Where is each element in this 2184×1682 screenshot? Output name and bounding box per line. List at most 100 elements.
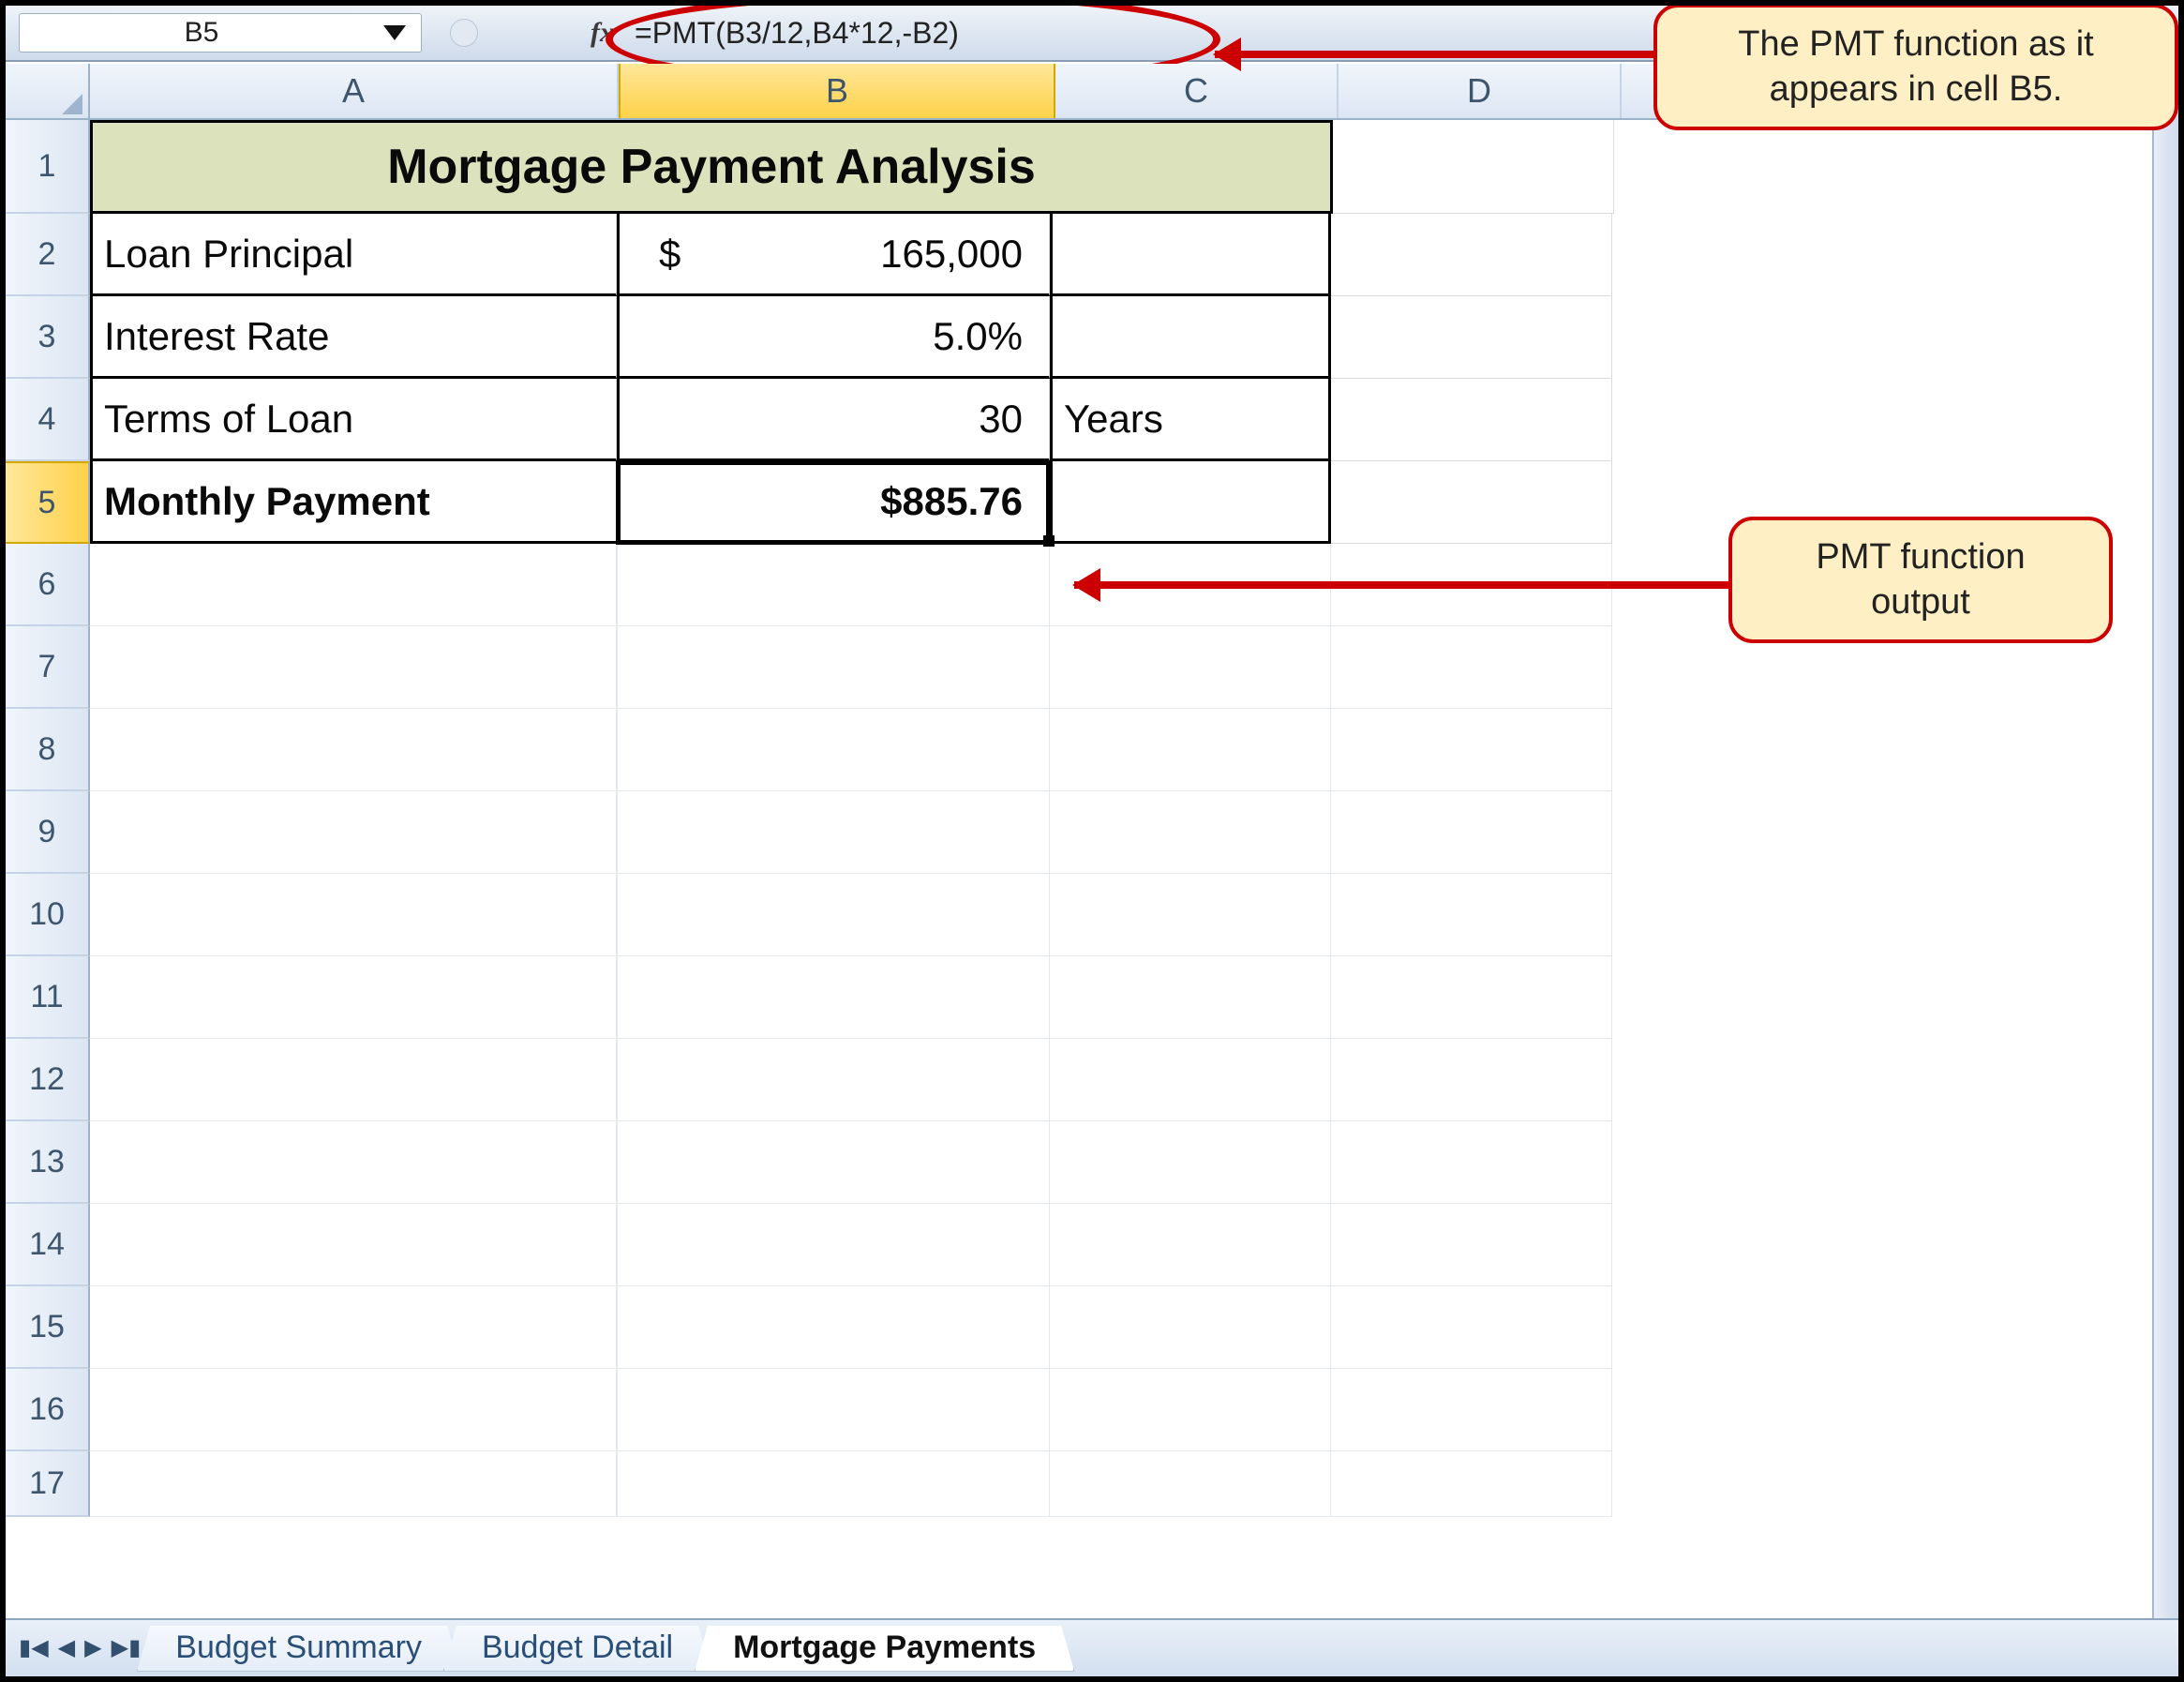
cell[interactable] <box>617 1451 1050 1517</box>
cell[interactable] <box>1050 1369 1331 1451</box>
cell[interactable] <box>1050 1204 1331 1286</box>
last-sheet-icon[interactable]: ▶▮ <box>112 1637 142 1659</box>
row-header[interactable]: 11 <box>6 956 90 1039</box>
cell[interactable] <box>1050 626 1331 709</box>
cell[interactable] <box>617 791 1050 874</box>
column-header-D[interactable]: D <box>1339 64 1622 118</box>
cell[interactable] <box>1331 544 1612 626</box>
cell[interactable] <box>1050 1451 1331 1517</box>
cell-B3[interactable]: 5.0% <box>617 296 1050 379</box>
cell[interactable] <box>1050 791 1331 874</box>
cell[interactable] <box>90 709 617 791</box>
cell[interactable] <box>90 874 617 956</box>
cell[interactable] <box>617 1286 1050 1369</box>
cell[interactable] <box>1331 1204 1612 1286</box>
cell-D3[interactable] <box>1331 296 1612 379</box>
sheet-tab-budget-summary[interactable]: Budget Summary <box>137 1626 460 1672</box>
cell-B2[interactable]: $ 165,000 <box>617 214 1050 296</box>
cell[interactable] <box>1050 1039 1331 1121</box>
next-sheet-icon[interactable]: ▶ <box>84 1637 101 1659</box>
cell[interactable] <box>617 626 1050 709</box>
cell[interactable] <box>617 544 1050 626</box>
cell[interactable] <box>1050 709 1331 791</box>
cell[interactable] <box>1050 1121 1331 1204</box>
cell[interactable] <box>617 956 1050 1039</box>
cell-A3[interactable]: Interest Rate <box>90 296 617 379</box>
cell[interactable] <box>617 1204 1050 1286</box>
cell[interactable] <box>1331 1039 1612 1121</box>
cell-B4[interactable]: 30 <box>617 379 1050 461</box>
row-header[interactable]: 16 <box>6 1369 90 1451</box>
column-header-C[interactable]: C <box>1055 64 1339 118</box>
spreadsheet-grid[interactable]: A B C D 1 Mortgage Payment Analysis 2 Lo… <box>6 64 2178 1618</box>
cell[interactable] <box>1331 626 1612 709</box>
row-header[interactable]: 17 <box>6 1451 90 1517</box>
insert-function-icon[interactable]: fx <box>591 17 614 49</box>
cell[interactable] <box>1331 1286 1612 1369</box>
cell[interactable] <box>1050 956 1331 1039</box>
column-header-B[interactable]: B <box>619 64 1055 118</box>
title-cell[interactable]: Mortgage Payment Analysis <box>90 120 1333 214</box>
cell-C2[interactable] <box>1050 214 1331 296</box>
cell[interactable] <box>90 626 617 709</box>
formula-input[interactable]: =PMT(B3/12,B4*12,-B2) <box>627 13 1143 53</box>
row-header[interactable]: 5 <box>6 461 90 544</box>
vertical-scrollbar[interactable] <box>2152 62 2178 1618</box>
row-header[interactable]: 13 <box>6 1121 90 1204</box>
cell[interactable] <box>1331 874 1612 956</box>
first-sheet-icon[interactable]: ▮◀ <box>19 1637 49 1659</box>
row-header[interactable]: 1 <box>6 120 90 214</box>
cell[interactable] <box>1050 874 1331 956</box>
cell[interactable] <box>90 791 617 874</box>
row-header[interactable]: 9 <box>6 791 90 874</box>
cell-D4[interactable] <box>1331 379 1612 461</box>
cell-C5[interactable] <box>1050 461 1331 544</box>
row-header[interactable]: 8 <box>6 709 90 791</box>
row-header[interactable]: 15 <box>6 1286 90 1369</box>
cell[interactable] <box>1050 544 1331 626</box>
cell[interactable] <box>90 1286 617 1369</box>
cell[interactable] <box>90 1121 617 1204</box>
column-header-A[interactable]: A <box>90 64 619 118</box>
row-header[interactable]: 2 <box>6 214 90 296</box>
cell[interactable] <box>617 874 1050 956</box>
cell[interactable] <box>90 956 617 1039</box>
cell[interactable] <box>1050 1286 1331 1369</box>
cell[interactable] <box>90 1204 617 1286</box>
cell-C3[interactable] <box>1050 296 1331 379</box>
cell[interactable] <box>617 1039 1050 1121</box>
cell-C4[interactable]: Years <box>1050 379 1331 461</box>
cell-D2[interactable] <box>1331 214 1612 296</box>
cell[interactable] <box>90 1039 617 1121</box>
cell[interactable] <box>1331 709 1612 791</box>
row-header[interactable]: 7 <box>6 626 90 709</box>
cell[interactable] <box>90 1451 617 1517</box>
cell[interactable] <box>90 544 617 626</box>
row-header[interactable]: 10 <box>6 874 90 956</box>
row-header[interactable]: 14 <box>6 1204 90 1286</box>
row-header[interactable]: 6 <box>6 544 90 626</box>
cell[interactable] <box>1331 956 1612 1039</box>
cell[interactable] <box>1331 791 1612 874</box>
select-all-corner[interactable] <box>6 64 90 118</box>
cell-D5[interactable] <box>1331 461 1612 544</box>
prev-sheet-icon[interactable]: ◀ <box>58 1637 75 1659</box>
sheet-tab-mortgage-payments[interactable]: Mortgage Payments <box>695 1626 1074 1672</box>
cell[interactable] <box>90 1369 617 1451</box>
row-header[interactable]: 3 <box>6 296 90 379</box>
cell-A2[interactable]: Loan Principal <box>90 214 617 296</box>
name-box[interactable]: B5 <box>19 13 422 53</box>
cell[interactable] <box>1331 1369 1612 1451</box>
row-header[interactable]: 12 <box>6 1039 90 1121</box>
cell[interactable] <box>617 709 1050 791</box>
cell[interactable] <box>617 1369 1050 1451</box>
cell-D1[interactable] <box>1333 120 1614 214</box>
cell[interactable] <box>1331 1451 1612 1517</box>
chevron-down-icon[interactable] <box>383 25 406 40</box>
cell[interactable] <box>617 1121 1050 1204</box>
cell-A5[interactable]: Monthly Payment <box>90 461 617 544</box>
sheet-tab-budget-detail[interactable]: Budget Detail <box>443 1626 711 1672</box>
row-header[interactable]: 4 <box>6 379 90 461</box>
cell-A4[interactable]: Terms of Loan <box>90 379 617 461</box>
cell[interactable] <box>1331 1121 1612 1204</box>
